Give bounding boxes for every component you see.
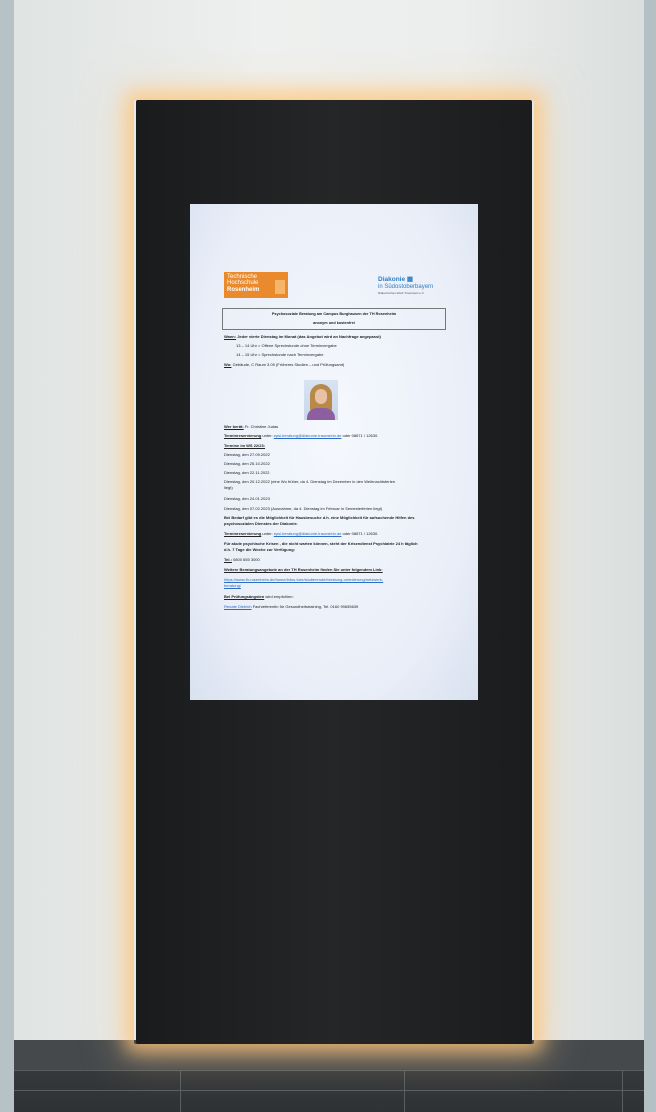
photo-border-left bbox=[0, 0, 14, 1112]
exam-contact-line: Renate Dietrich Fachreferentin für Gesun… bbox=[224, 604, 359, 609]
booking-email-link[interactable]: epsi.beratung@diakonie-traunstein.de bbox=[274, 433, 342, 438]
booking-line: Terminreservierung unter: epsi.beratung@… bbox=[224, 433, 379, 438]
booking2-email-link[interactable]: epsi.beratung@diakonie-traunstein.de bbox=[274, 531, 342, 536]
exam-line: Bei Prüfungsängsten wird empfohlen: bbox=[224, 594, 294, 599]
document-title-box: Psychosoziale Beratung am Campus Burghau… bbox=[222, 308, 446, 330]
date-item: Dienstag, den 27.09.2022 bbox=[224, 452, 270, 457]
date-item: Dienstag, den 20.12.2022 (eine Wo früher… bbox=[224, 479, 396, 484]
floor-tile-line bbox=[404, 1070, 405, 1112]
diakonie-logo-line1: Diakonie ▦ bbox=[378, 276, 414, 283]
need-line2: psychosozialen Dienstes der Diakonie. bbox=[224, 521, 298, 526]
when-line: Wann: Jeder vierte Dienstag im Monat (da… bbox=[224, 334, 381, 339]
slot-open: 13 – 14 Uhr = Offene Sprechstunde ohne T… bbox=[236, 343, 337, 348]
dates-heading: Termine im WS 22/23: bbox=[224, 443, 266, 448]
date-item: Dienstag, den 24.01.2023 bbox=[224, 496, 270, 501]
document-title: Psychosoziale Beratung am Campus Burghau… bbox=[271, 312, 397, 316]
floor-tile-line bbox=[14, 1090, 644, 1091]
floor-tile-line bbox=[14, 1070, 644, 1071]
diakonie-logo: Diakonie ▦ in Südostoberbayern Diakonisc… bbox=[378, 276, 448, 295]
date-item: Dienstag, den 22.11.2022 bbox=[224, 470, 270, 475]
booking2-line: Terminreservierung unter: epsi.beratung@… bbox=[224, 531, 379, 536]
exam-contact-link[interactable]: Renate Dietrich bbox=[224, 604, 252, 609]
crisis-line2: d.h. 7 Tage die Woche zur Verfügung: bbox=[224, 547, 295, 552]
counselor-photo bbox=[304, 380, 338, 420]
slot-appointment: 14 – 15 Uhr = Sprechstunde nach Terminve… bbox=[236, 352, 324, 357]
who-line: Wer berät: Fr. Christine Judas bbox=[224, 424, 279, 429]
kiosk-screen: Technische Hochschule Rosenheim Diakonie… bbox=[190, 204, 478, 700]
floor-tile-line bbox=[180, 1070, 181, 1112]
photo-border-right bbox=[644, 0, 656, 1112]
info-document: Technische Hochschule Rosenheim Diakonie… bbox=[190, 204, 478, 700]
more-link-cont[interactable]: beratung/ bbox=[224, 583, 241, 588]
need-line1: Bei Bedarf gibt es die Möglichkeit für H… bbox=[224, 515, 415, 520]
th-rosenheim-logo: Technische Hochschule Rosenheim bbox=[224, 272, 288, 298]
diakonie-logo-line3: Diakonisches Werk Traunstein e.V. bbox=[378, 290, 425, 295]
more-link[interactable]: https://www.th-rosenheim.de/home/infos-f… bbox=[224, 577, 383, 582]
more-heading: Weitere Beratungsangebote an der TH Rose… bbox=[224, 567, 383, 572]
diakonie-cross-icon: ▦ bbox=[406, 276, 414, 283]
date-item-cont: liegt) bbox=[224, 485, 233, 490]
crisis-line1: Für akute psychische Krisen , die nicht … bbox=[224, 541, 418, 546]
baseboard bbox=[14, 1040, 644, 1070]
floor-tile-line bbox=[622, 1070, 623, 1112]
date-item: Dienstag, den 07.02.2023 (Ausnahme, da 4… bbox=[224, 506, 383, 511]
tel-line: Tel.: 0800 655 3000 bbox=[224, 557, 260, 562]
th-logo-mark-icon bbox=[275, 280, 285, 294]
where-line: Wo: Gebäude, C Raum 3.05 (Früheres Studi… bbox=[224, 362, 345, 367]
document-subtitle: anonym und kostenfrei bbox=[313, 320, 355, 325]
date-item: Dienstag, den 25.10.2022 bbox=[224, 461, 270, 466]
